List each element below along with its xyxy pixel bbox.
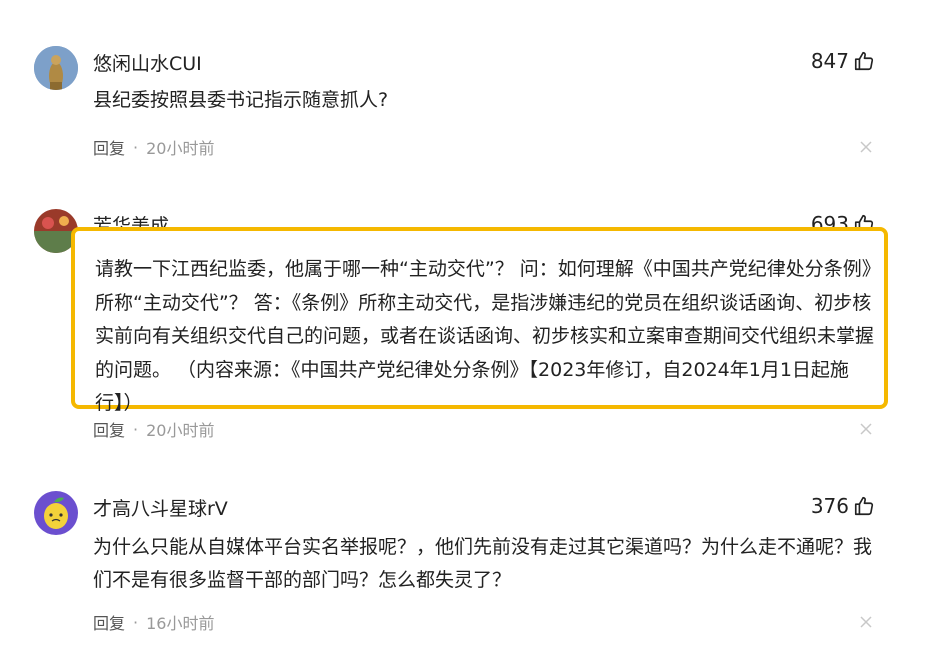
separator-dot: · (133, 137, 139, 157)
separator-dot: · (133, 419, 139, 439)
username[interactable]: 才高八斗星球rV (93, 494, 228, 521)
close-icon[interactable] (859, 422, 873, 436)
username[interactable]: 悠闲山水CUI (93, 49, 202, 76)
avatar[interactable] (34, 46, 78, 90)
timestamp: 20小时前 (146, 421, 215, 440)
comment-text: 县纪委按照县委书记指示随意抓人? (93, 89, 389, 111)
comment-meta: 回复 · 16小时前 (93, 610, 214, 634)
avatar[interactable] (34, 491, 78, 535)
comment-meta: 回复 · 20小时前 (93, 135, 214, 159)
close-icon[interactable] (859, 140, 873, 154)
timestamp: 16小时前 (146, 614, 215, 633)
close-icon[interactable] (859, 615, 873, 629)
like-button[interactable]: 376 (811, 494, 875, 518)
like-count: 847 (810, 49, 849, 73)
comment-text: 请教一下江西纪监委，他属于哪一种“主动交代”？ 问：如何理解《中国共产党纪律处分… (95, 258, 881, 414)
reply-button[interactable]: 回复 (93, 135, 125, 159)
timestamp: 20小时前 (146, 139, 215, 158)
reply-button[interactable]: 回复 (93, 417, 125, 441)
separator-dot: · (133, 612, 139, 632)
thumbs-up-icon (854, 51, 874, 71)
reply-button[interactable]: 回复 (93, 610, 125, 634)
thumbs-up-icon (854, 496, 874, 516)
comment-meta: 回复 · 20小时前 (93, 417, 214, 441)
comment-text: 为什么只能从自媒体平台实名举报呢？，他们先前没有走过其它渠道吗？为什么走不通呢？… (93, 536, 873, 591)
like-button[interactable]: 847 (811, 49, 875, 73)
like-count: 376 (810, 494, 849, 518)
highlighted-comment-box: 请教一下江西纪监委，他属于哪一种“主动交代”？ 问：如何理解《中国共产党纪律处分… (71, 227, 888, 414)
